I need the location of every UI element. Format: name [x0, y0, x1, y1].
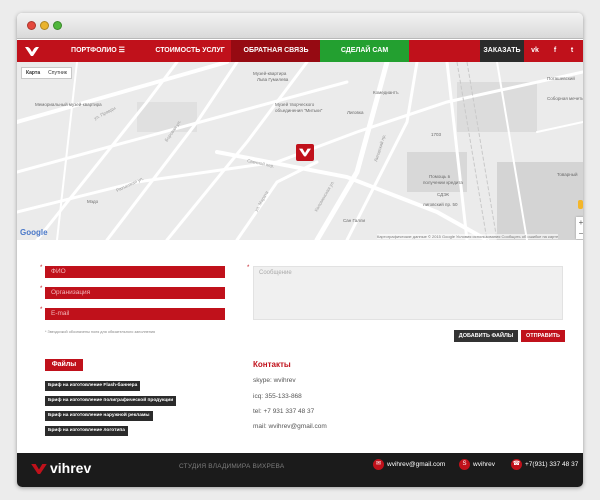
footer-skype-text: wvihrev [473, 461, 496, 469]
map-copyright: Картографические данные © 2015 Google Ус… [377, 234, 559, 239]
window-titlebar [17, 13, 583, 39]
feedback-form: * ФИО * Организация * E-mail * Звездочко… [17, 240, 583, 453]
email-field[interactable]: E-mail [45, 308, 225, 320]
google-logo: Google [20, 228, 48, 237]
map-place-label: Музей-квартира [253, 71, 287, 76]
map-place-label: Музей творческого [275, 102, 315, 107]
skype-icon: S [459, 459, 470, 470]
contact-skype: skype: wvihrev [253, 377, 296, 384]
map-zoom-control[interactable]: + − [576, 217, 583, 239]
map-marker[interactable] [296, 144, 314, 161]
required-mark: * [40, 307, 43, 313]
contacts-title: Контакты [253, 360, 291, 369]
organization-field[interactable]: Организация [45, 287, 225, 299]
footer-phone-text: +7(931) 337 48 37 [525, 461, 579, 469]
fio-field[interactable]: ФИО [45, 266, 225, 278]
browser-window: ПОРТФОЛИО ☰ СТОИМОСТЬ УСЛУГ ОБРАТНАЯ СВЯ… [17, 13, 583, 487]
svg-text:Коломенская ул.: Коломенская ул. [314, 180, 336, 213]
map-marker-icon [299, 148, 311, 157]
send-button[interactable]: ОТПРАВИТЬ [521, 330, 565, 342]
required-mark: * [247, 265, 250, 271]
contact-mail: mail: wvihrev@gmail.com [253, 423, 327, 430]
brief-link[interactable]: Бриф на изготовление логотипа [45, 426, 128, 436]
phone-icon: ☎ [511, 459, 522, 470]
nav-diy[interactable]: СДЕЛАЙ САМ [320, 40, 409, 62]
brief-link[interactable]: Бриф на изготовление наружной рекламы [45, 411, 153, 421]
nav-feedback[interactable]: ОБРАТНАЯ СВЯЗЬ [231, 40, 321, 62]
vk-icon[interactable]: vk [527, 40, 543, 62]
zoom-in-icon[interactable]: + [576, 217, 583, 228]
footer-skype[interactable]: Swvihrev [459, 459, 495, 471]
footer-email-text: wvihrev@gmail.com [387, 461, 446, 469]
map-type-switch: Карта Спутник [21, 67, 72, 79]
map-place-label: Соборная мечеть [547, 96, 583, 101]
nav-cost[interactable]: СТОИМОСТЬ УСЛУГ [147, 40, 233, 62]
site-logo[interactable] [17, 40, 45, 62]
svg-text:ул. Правды: ул. Правды [93, 105, 116, 121]
map-place-label: СДЭК [437, 192, 450, 197]
close-window-button[interactable] [27, 21, 36, 30]
brief-link[interactable]: Бриф на изготовление полиграфической про… [45, 396, 177, 406]
map-place-label: Помощь в [429, 174, 451, 179]
brief-link[interactable]: Бриф на изготовление Flash-баннера [45, 381, 141, 391]
contact-icq: icq: 355-133-868 [253, 393, 302, 400]
vihrev-logo-icon [25, 47, 39, 56]
map-place-label: лиговский пр. 50 [423, 202, 458, 207]
required-mark: * [40, 286, 43, 292]
message-textarea[interactable]: Сообщение [253, 266, 563, 320]
svg-text:Лиговский пр.: Лиговский пр. [372, 133, 387, 162]
svg-text:ул. Марата: ул. Марата [254, 190, 270, 213]
twitter-icon[interactable]: t [565, 40, 579, 62]
map-type-map[interactable]: Карта [22, 68, 44, 78]
required-note: * Звездочкой обозначены поля для обязате… [45, 330, 156, 334]
files-title: Файлы [45, 359, 83, 371]
map-place-label: Сан Галли [343, 218, 365, 223]
nav-portfolio[interactable]: ПОРТФОЛИО ☰ [63, 40, 133, 62]
footer-brand-name: vihrev [50, 460, 92, 476]
map[interactable]: ул. Правды Боровая ул. ул. Марата Коломе… [17, 62, 583, 240]
map-place-label: Комедиантъ [373, 90, 399, 95]
vihrev-logo-icon [31, 464, 47, 475]
footer-brand[interactable]: vihrev [31, 460, 91, 476]
map-place-label: Поташевский [547, 76, 575, 81]
map-place-label: Товарный [557, 172, 578, 177]
main-nav: ПОРТФОЛИО ☰ СТОИМОСТЬ УСЛУГ ОБРАТНАЯ СВЯ… [17, 40, 583, 62]
map-place-label: 1703 [431, 132, 442, 137]
maximize-window-button[interactable] [53, 21, 62, 30]
footer-studio: СТУДИЯ ВЛАДИМИРА ВИХРЕВА [179, 463, 285, 470]
svg-text:Разъезжая ул.: Разъезжая ул. [115, 176, 144, 193]
footer-email[interactable]: ✉ wvihrev@gmail.com [373, 459, 445, 471]
map-place-label: Лиговка [347, 110, 364, 115]
map-type-satellite[interactable]: Спутник [44, 68, 71, 78]
order-button[interactable]: ЗАКАЗАТЬ [480, 40, 524, 62]
footer: vihrev СТУДИЯ ВЛАДИМИРА ВИХРЕВА ✉ wvihrev… [17, 453, 583, 487]
required-mark: * [40, 265, 43, 271]
footer-phone[interactable]: ☎ +7(931) 337 48 37 [511, 459, 578, 471]
add-files-button[interactable]: ДОБАВИТЬ ФАЙЛЫ [454, 330, 518, 342]
mail-icon: ✉ [373, 459, 384, 470]
map-place-label: получении кредита [423, 180, 463, 185]
contact-tel: tel: +7 931 337 48 37 [253, 408, 315, 415]
minimize-window-button[interactable] [40, 21, 49, 30]
map-place-label: объединения "Митьки" [275, 108, 323, 113]
map-place-label: Льва Гумилева [257, 77, 289, 82]
street-view-pegman-icon[interactable] [578, 200, 583, 209]
zoom-out-icon[interactable]: − [576, 228, 583, 239]
facebook-icon[interactable]: f [548, 40, 562, 62]
map-place-label: Мемориальный музей-квартира [35, 102, 102, 107]
map-place-label: Мэдо [87, 199, 99, 204]
